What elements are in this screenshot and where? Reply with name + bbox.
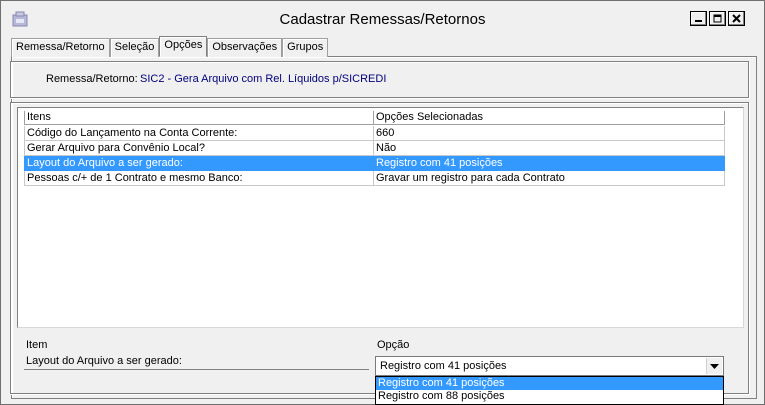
- grid-cell-item: Layout do Arquivo a ser gerado:: [24, 156, 374, 171]
- item-value: Layout do Arquivo a ser gerado:: [24, 354, 369, 370]
- chevron-down-icon: [710, 363, 719, 369]
- tab-opcoes[interactable]: Opções: [159, 36, 208, 57]
- opcao-label: Opção: [377, 339, 410, 351]
- tab-selecao[interactable]: Seleção: [109, 38, 160, 57]
- column-header-itens[interactable]: Itens: [24, 111, 374, 125]
- remessa-value: SIC2 - Gera Arquivo com Rel. Líquidos p/…: [140, 73, 387, 85]
- table-row[interactable]: Gerar Arquivo para Convênio Local? Não: [24, 141, 725, 156]
- table-row[interactable]: Pessoas c/+ de 1 Contrato e mesmo Banco:…: [24, 171, 725, 186]
- maximize-icon: [713, 14, 722, 23]
- tab-observacoes[interactable]: Observações: [207, 38, 283, 57]
- grid-header: Itens Opções Selecionadas: [24, 111, 725, 126]
- remessa-label: Remessa/Retorno:: [46, 73, 138, 85]
- column-header-opcoes[interactable]: Opções Selecionadas: [374, 111, 725, 125]
- options-grid[interactable]: Itens Opções Selecionadas Código do Lanç…: [17, 107, 744, 328]
- item-label: Item: [26, 339, 48, 351]
- remessa-group: Remessa/Retorno: SIC2 - Gera Arquivo com…: [10, 61, 749, 98]
- tab-remessa-retorno[interactable]: Remessa/Retorno: [11, 38, 110, 57]
- grid-cell-option: Gravar um registro para cada Contrato: [374, 171, 725, 186]
- minimize-icon: [695, 20, 702, 22]
- grid-cell-item: Pessoas c/+ de 1 Contrato e mesmo Banco:: [24, 171, 374, 186]
- grid-cell-option: Registro com 41 posições: [374, 156, 725, 171]
- dropdown-option-88[interactable]: Registro com 88 posições: [376, 390, 723, 403]
- window-title: Cadastrar Remessas/Retornos: [279, 11, 486, 28]
- grid-cell-option: 660: [374, 126, 725, 141]
- title-bar[interactable]: Cadastrar Remessas/Retornos: [2, 2, 763, 35]
- tab-strip: Remessa/Retorno Seleção Opções Observaçõ…: [11, 36, 329, 57]
- table-row-selected[interactable]: Layout do Arquivo a ser gerado: Registro…: [24, 156, 725, 171]
- minimize-button[interactable]: [690, 11, 707, 26]
- select-value: Registro com 41 posições: [380, 360, 507, 372]
- main-window: Cadastrar Remessas/Retornos Remessa/Reto…: [0, 0, 765, 405]
- dropdown-option-41[interactable]: Registro com 41 posições: [376, 377, 723, 390]
- select-dropdown-button[interactable]: [706, 358, 722, 374]
- grid-cell-option: Não: [374, 141, 725, 156]
- maximize-button[interactable]: [709, 11, 726, 26]
- grid-cell-item: Código do Lançamento na Conta Corrente:: [24, 126, 374, 141]
- option-select[interactable]: Registro com 41 posições: [375, 356, 724, 376]
- close-button[interactable]: [728, 11, 745, 26]
- option-dropdown-list: Registro com 41 posições Registro com 88…: [375, 376, 724, 405]
- close-icon: [732, 14, 741, 23]
- tab-grupos[interactable]: Grupos: [282, 38, 329, 57]
- table-row[interactable]: Código do Lançamento na Conta Corrente: …: [24, 126, 725, 141]
- grid-cell-item: Gerar Arquivo para Convênio Local?: [24, 141, 374, 156]
